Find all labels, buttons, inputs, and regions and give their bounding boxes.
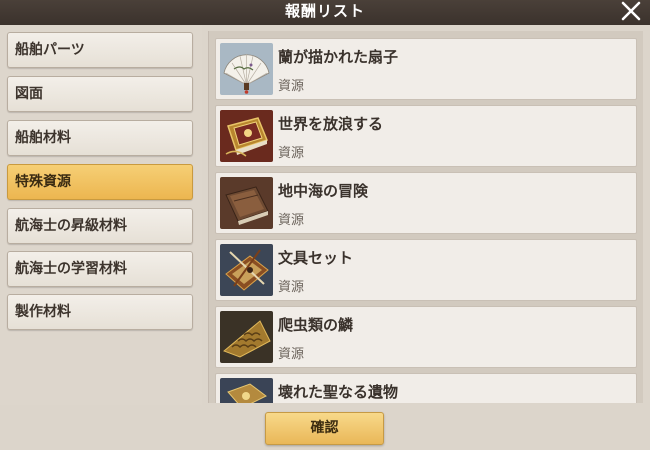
reward-item[interactable]: 爬虫類の鱗 資源 <box>215 306 637 368</box>
category-crafting-materials[interactable]: 製作材料 <box>7 294 193 330</box>
reward-name: 蘭が描かれた扇子 <box>278 48 399 66</box>
reward-type: 資源 <box>278 79 305 94</box>
category-navigator-learning-materials[interactable]: 航海士の学習材料 <box>7 251 193 287</box>
stationery-set-icon <box>220 244 273 296</box>
reward-item[interactable]: 地中海の冒険 資源 <box>215 172 637 234</box>
reward-list[interactable]: 蘭が描かれた扇子 資源 世界を放浪する 資源 地中海の冒険 資源 文具セット 資… <box>208 31 643 403</box>
title-bar: 報酬リスト <box>0 0 650 25</box>
reward-item[interactable]: 蘭が描かれた扇子 資源 <box>215 38 637 100</box>
reward-name: 世界を放浪する <box>278 115 384 133</box>
reward-item[interactable]: 壊れた聖なる遺物 資源 <box>215 373 637 403</box>
bottom-edge <box>0 450 650 455</box>
category-ship-materials[interactable]: 船舶材料 <box>7 120 193 156</box>
category-navigator-promotion-materials[interactable]: 航海士の昇級材料 <box>7 208 193 244</box>
broken-relic-icon <box>220 378 273 403</box>
close-icon <box>621 1 641 21</box>
reptile-scale-icon <box>220 311 273 363</box>
folding-fan-icon <box>220 43 273 95</box>
category-ship-parts[interactable]: 船舶パーツ <box>7 32 193 68</box>
window-title: 報酬リスト <box>284 2 365 20</box>
brown-book-icon <box>220 177 273 229</box>
category-special-resources[interactable]: 特殊資源 <box>7 164 193 200</box>
reward-type: 資源 <box>278 280 305 295</box>
reward-item[interactable]: 文具セット 資源 <box>215 239 637 301</box>
confirm-button[interactable]: 確認 <box>265 412 384 445</box>
reward-name: 文具セット <box>278 249 354 267</box>
reward-name: 壊れた聖なる遺物 <box>278 383 399 401</box>
category-blueprints[interactable]: 図面 <box>7 76 193 112</box>
reward-type: 資源 <box>278 347 305 362</box>
reward-name: 地中海の冒険 <box>278 182 369 200</box>
category-sidebar: 船舶パーツ 図面 船舶材料 特殊資源 航海士の昇級材料 航海士の学習材料 製作材… <box>0 25 202 405</box>
reward-item[interactable]: 世界を放浪する 資源 <box>215 105 637 167</box>
close-button[interactable] <box>618 0 644 24</box>
dialog-footer: 確認 <box>0 405 650 450</box>
reward-type: 資源 <box>278 213 305 228</box>
reward-list-dialog: 船舶パーツ 図面 船舶材料 特殊資源 航海士の昇級材料 航海士の学習材料 製作材… <box>0 25 650 450</box>
reward-name: 爬虫類の鱗 <box>278 316 354 334</box>
ornate-book-icon <box>220 110 273 162</box>
reward-type: 資源 <box>278 146 305 161</box>
